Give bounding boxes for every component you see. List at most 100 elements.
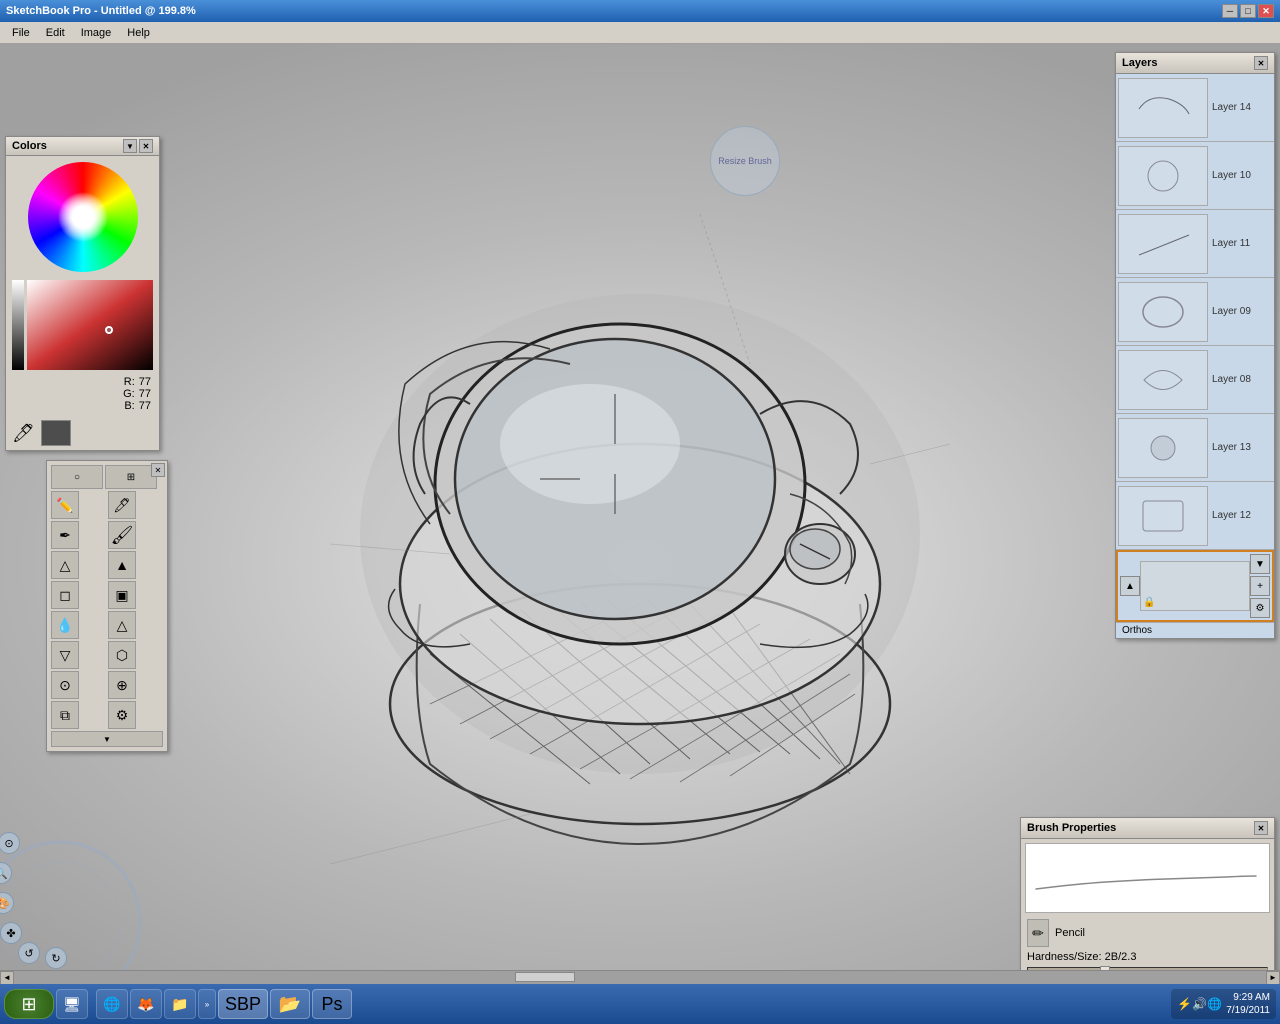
nav-btn-rotate-left[interactable]: ↺ <box>18 942 40 964</box>
brush-fill[interactable]: ▽ <box>51 641 79 669</box>
taskbar-photoshop-app[interactable]: Ps <box>312 989 352 1019</box>
g-value: 77 <box>139 388 151 400</box>
start-button[interactable]: ⊞ <box>4 989 54 1019</box>
brush-props-close[interactable]: ✕ <box>1254 821 1268 835</box>
close-button[interactable]: ✕ <box>1258 4 1274 18</box>
tray-date: 7/19/2011 <box>1226 1004 1270 1017</box>
layers-list[interactable]: Layer 14 Layer 10 Layer 11 Layer 09 <box>1116 74 1274 550</box>
layer-item-09[interactable]: Layer 09 <box>1116 278 1274 346</box>
taskbar: ⊞ 🖥 🌐 🦊 📁 » SBP 📂 Ps ⚡🔊🌐 9:29 AM 7/19/20… <box>0 984 1280 1024</box>
drawing-canvas[interactable] <box>330 164 950 864</box>
tray-time: 9:29 AM <box>1226 991 1270 1004</box>
layer-item-13[interactable]: Layer 13 <box>1116 414 1274 482</box>
brush-blend[interactable]: △ <box>108 611 136 639</box>
brush-eraser-hard[interactable]: ▣ <box>108 581 136 609</box>
brush-symmetry[interactable]: ⚙ <box>108 701 136 729</box>
brush-marker[interactable]: 🖊 <box>108 491 136 519</box>
brush-grid-mode[interactable]: ⊞ <box>105 465 157 489</box>
rgb-values: R: 77 G: 77 B: 77 <box>6 372 159 416</box>
layers-panel: Layers ✕ Layer 14 Layer 10 Layer 11 <box>1115 52 1275 639</box>
pressure-brush-indicator[interactable]: Resize Brush <box>710 126 780 196</box>
brush-selection[interactable]: ⊕ <box>108 671 136 699</box>
layer-09-name: Layer 09 <box>1212 306 1251 317</box>
brush-panel-close[interactable]: ✕ <box>151 463 165 477</box>
colors-panel-close[interactable]: ✕ <box>139 139 153 153</box>
layer-item-08[interactable]: Layer 08 <box>1116 346 1274 414</box>
menu-image[interactable]: Image <box>73 25 120 41</box>
scroll-left-arrow[interactable]: ◄ <box>0 971 14 985</box>
nav-btn-cursor[interactable]: ✤ <box>0 922 22 944</box>
brush-clone[interactable]: ⧉ <box>51 701 79 729</box>
menu-edit[interactable]: Edit <box>38 25 73 41</box>
color-picker-cursor <box>105 326 113 334</box>
layer-thumb-12 <box>1118 486 1208 546</box>
layer-11-name: Layer 11 <box>1212 238 1250 249</box>
menu-help[interactable]: Help <box>119 25 158 41</box>
brush-smudge[interactable]: 💧 <box>51 611 79 639</box>
window-controls: ─ □ ✕ <box>1222 4 1274 18</box>
eyedropper-tool[interactable]: 🖊 <box>12 423 35 444</box>
brush-circle-mode[interactable]: ○ <box>51 465 103 489</box>
layer-08-name: Layer 08 <box>1212 374 1251 385</box>
color-wheel[interactable] <box>28 162 138 272</box>
layers-panel-close[interactable]: ✕ <box>1254 56 1268 70</box>
brush-brush-stroke[interactable]: 🖌 <box>108 521 136 549</box>
menu-file[interactable]: File <box>4 25 38 41</box>
layer-thumb-09 <box>1118 282 1208 342</box>
brush-hardness-label: Hardness/Size: 2B/2.3 <box>1027 951 1136 963</box>
scroll-track[interactable] <box>14 971 1266 985</box>
minimize-button[interactable]: ─ <box>1222 4 1238 18</box>
brush-eraser-soft[interactable]: ◻ <box>51 581 79 609</box>
taskbar-folder-icon[interactable]: 📁 <box>164 989 196 1019</box>
layer-thumb-08 <box>1118 350 1208 410</box>
layer-item-10[interactable]: Layer 10 <box>1116 142 1274 210</box>
r-label: R: <box>124 376 135 388</box>
layer-10-name: Layer 10 <box>1212 170 1251 181</box>
brush-pen[interactable]: ✒ <box>51 521 79 549</box>
layer-move-down[interactable]: ▼ <box>1250 554 1270 574</box>
maximize-button[interactable]: □ <box>1240 4 1256 18</box>
brush-lasso[interactable]: ⊙ <box>51 671 79 699</box>
nav-btn-rotate-right[interactable]: ↻ <box>45 947 67 969</box>
layers-panel-header: Layers ✕ <box>1116 53 1274 74</box>
active-layer-name: Orthos <box>1116 622 1274 638</box>
taskbar-sbp-app[interactable]: SBP <box>218 989 268 1019</box>
layer-13-name: Layer 13 <box>1212 442 1251 453</box>
layer-move-up[interactable]: ▲ <box>1120 576 1140 596</box>
color-bottom: 🖊 <box>6 416 159 450</box>
taskbar-overflow[interactable]: » <box>198 989 216 1019</box>
scroll-right-arrow[interactable]: ► <box>1266 971 1280 985</box>
layer-12-name: Layer 12 <box>1212 510 1251 521</box>
menubar: File Edit Image Help <box>0 22 1280 44</box>
brush-grid: ✏️ 🖊 ✒ 🖌 △ ▲ ◻ ▣ 💧 △ ▽ ⬡ ⊙ ⊕ ⧉ ⚙ <box>51 491 163 729</box>
colors-panel-dropdown[interactable]: ▼ <box>123 139 137 153</box>
saturation-gradient[interactable] <box>27 280 153 370</box>
r-value: 77 <box>139 376 151 388</box>
brush-pencil[interactable]: ✏️ <box>51 491 79 519</box>
brush-icon-pencil: ✏ <box>1027 919 1049 947</box>
brush-hard-pencil[interactable]: ▲ <box>108 551 136 579</box>
g-label: G: <box>123 388 135 400</box>
taskbar-show-desktop[interactable]: 🖥 <box>56 989 88 1019</box>
bottom-scrollbar[interactable]: ◄ ► <box>0 970 1280 984</box>
brush-properties-panel: Brush Properties ✕ ✏ Pencil Hardness/Siz… <box>1020 817 1275 984</box>
layer-item-14[interactable]: Layer 14 <box>1116 74 1274 142</box>
layer-add[interactable]: + <box>1250 576 1270 596</box>
taskbar-firefox-icon[interactable]: 🦊 <box>130 989 162 1019</box>
taskbar-folder-app[interactable]: 📂 <box>270 989 310 1019</box>
brush-panel-scroll-down[interactable]: ▼ <box>51 731 163 747</box>
taskbar-ie-icon[interactable]: 🌐 <box>96 989 128 1019</box>
system-tray: ⚡🔊🌐 9:29 AM 7/19/2011 <box>1171 989 1276 1019</box>
system-clock: 9:29 AM 7/19/2011 <box>1226 991 1270 1017</box>
layer-item-12[interactable]: Layer 12 <box>1116 482 1274 550</box>
colors-panel-header: Colors ▼ ✕ <box>6 137 159 156</box>
scroll-thumb[interactable] <box>515 972 575 982</box>
color-wheel-container[interactable] <box>6 156 159 278</box>
layer-settings[interactable]: ⚙ <box>1250 598 1270 618</box>
titlebar: SketchBook Pro - Untitled @ 199.8% ─ □ ✕ <box>0 0 1280 22</box>
color-swatch[interactable] <box>41 420 71 446</box>
layer-item-11[interactable]: Layer 11 <box>1116 210 1274 278</box>
brush-soft-pencil[interactable]: △ <box>51 551 79 579</box>
brush-spray[interactable]: ⬡ <box>108 641 136 669</box>
luminance-slider[interactable] <box>12 280 24 370</box>
